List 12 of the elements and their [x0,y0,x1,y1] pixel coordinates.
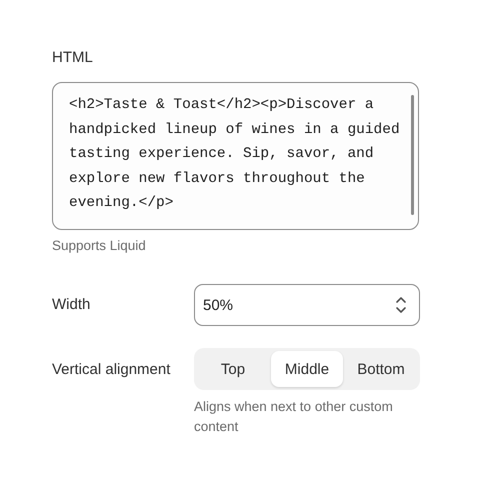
alignment-option[interactable]: Bottom [345,351,417,387]
field-label: HTML [52,48,94,68]
help-text: Aligns when next to other custom content [194,398,394,436]
width-select[interactable]: 50% [194,284,420,326]
field-label: Vertical alignment [52,360,172,380]
field-label: Width [52,295,92,315]
scrollbar[interactable] [411,95,414,215]
help-text: Supports Liquid [52,237,147,255]
alignment-option[interactable]: Top [197,351,269,387]
chevron-up-down-icon [395,296,407,314]
html-input-field[interactable]: <h2>Taste & Toast</h2><p>Discover a handpicked lineup of wines in a guided tasting experience. Sip, savor, and explore new flavors throughout the evening.</p> [52,82,419,230]
alignment-option[interactable]: Middle [271,351,343,387]
